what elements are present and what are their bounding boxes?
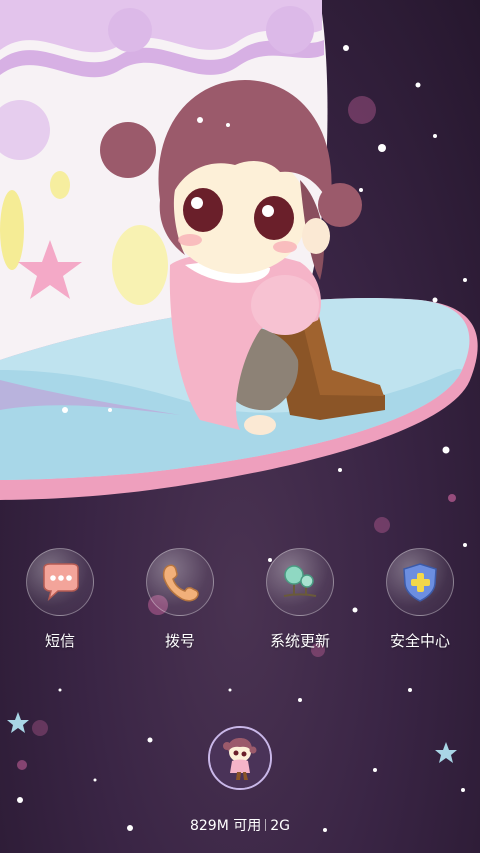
app-label: 系统更新	[269, 632, 330, 650]
phone-handset-icon[interactable]	[146, 548, 214, 616]
status-separator	[265, 819, 267, 831]
app-label: 安全中心	[389, 632, 450, 650]
message-bubble-icon[interactable]	[26, 548, 94, 616]
app-label: 拨号	[164, 632, 195, 650]
memory-network-status: 829M 可用 2G	[0, 815, 480, 835]
app-dialer[interactable]: 拨号	[125, 548, 235, 658]
app-security-center[interactable]: 安全中心	[365, 548, 475, 658]
shield-plus-icon[interactable]	[386, 548, 454, 616]
network-type: 2G	[270, 818, 291, 834]
tree-update-icon[interactable]	[266, 548, 334, 616]
home-app-row: 短信 拨号 系统更新 安全中心	[0, 548, 480, 658]
app-messages[interactable]: 短信	[5, 548, 115, 658]
app-label: 短信	[44, 632, 75, 650]
memory-available: 829M 可用	[189, 818, 262, 834]
girl-avatar-icon[interactable]	[208, 726, 272, 790]
app-system-update[interactable]: 系统更新	[245, 548, 355, 658]
